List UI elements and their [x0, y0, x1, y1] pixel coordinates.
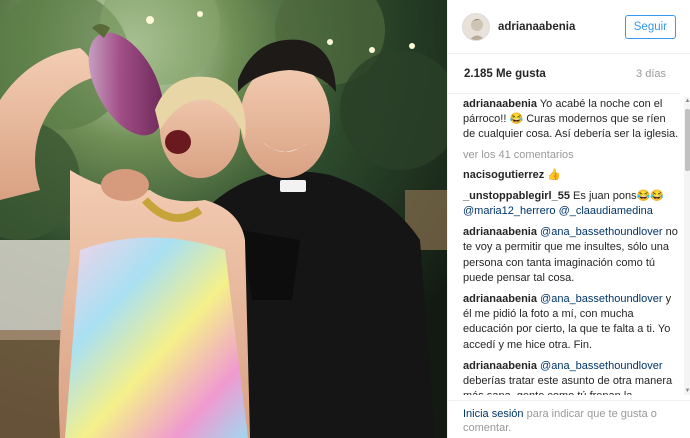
comments-scrollbar[interactable]: ▲ ▼ — [684, 97, 690, 395]
post-username[interactable]: adrianaabenia — [498, 21, 625, 33]
scrollbar-thumb[interactable] — [685, 109, 690, 171]
comment-username[interactable]: _unstoppablegirl_55 — [463, 190, 570, 202]
login-link[interactable]: Inicia sesión — [463, 408, 524, 420]
comment-username[interactable]: nacisogutierrez — [463, 169, 544, 181]
comment-mention[interactable]: @ana_bassethoundlover — [540, 293, 662, 305]
comment-list[interactable]: adrianaabenia Yo acabé la noche con el p… — [448, 97, 684, 395]
like-count[interactable]: 2.185 Me gusta — [464, 68, 546, 80]
comment-item: _unstoppablegirl_55 Es juan pons😂😂 @mari… — [463, 189, 680, 219]
post-photo[interactable] — [0, 0, 447, 438]
post-time[interactable]: 3 días — [636, 68, 666, 80]
post-sidebar: adrianaabenia Seguir 2.185 Me gusta 3 dí… — [447, 0, 690, 438]
comment-username[interactable]: adrianaabenia — [463, 293, 537, 305]
post-stats: 2.185 Me gusta 3 días — [448, 54, 680, 94]
comment-mention[interactable]: @maria12_herrero — [463, 205, 556, 217]
profile-avatar[interactable] — [462, 12, 490, 41]
comment-item: adrianaabenia @ana_bassethoundlover no t… — [463, 225, 680, 286]
comment-username[interactable]: adrianaabenia — [463, 360, 537, 372]
caption-comment: adrianaabenia Yo acabé la noche con el p… — [463, 97, 680, 143]
follow-button[interactable]: Seguir — [624, 14, 676, 39]
comment-username[interactable]: adrianaabenia — [463, 98, 537, 110]
comment-text: 👍 — [547, 168, 562, 181]
comment-mention[interactable]: @ana_bassethoundlover — [540, 360, 662, 372]
comment-item: adrianaabenia @ana_bassethoundlover debe… — [463, 359, 680, 395]
photo-illustration — [0, 0, 447, 438]
comment-mention[interactable]: @ana_bassethoundlover — [540, 226, 662, 238]
scroll-down-arrow-icon[interactable]: ▼ — [684, 387, 690, 395]
comment-item: adrianaabenia @ana_bassethoundlover y él… — [463, 292, 680, 353]
avatar-image — [463, 13, 489, 40]
comment-username[interactable]: adrianaabenia — [463, 226, 537, 238]
comment-text: Es juan pons😂😂 — [573, 189, 665, 202]
comment-text: deberías tratar este asunto de otra mane… — [463, 375, 673, 395]
comment-item: nacisogutierrez 👍 — [463, 168, 680, 183]
comment-mention[interactable]: @_claaudiamedina — [559, 205, 653, 217]
login-prompt: Inicia sesión para indicar que te gusta … — [448, 400, 690, 438]
post-header: adrianaabenia Seguir — [448, 0, 690, 54]
view-all-comments-link[interactable]: ver los 41 comentarios — [463, 149, 680, 161]
scroll-up-arrow-icon[interactable]: ▲ — [684, 97, 690, 105]
